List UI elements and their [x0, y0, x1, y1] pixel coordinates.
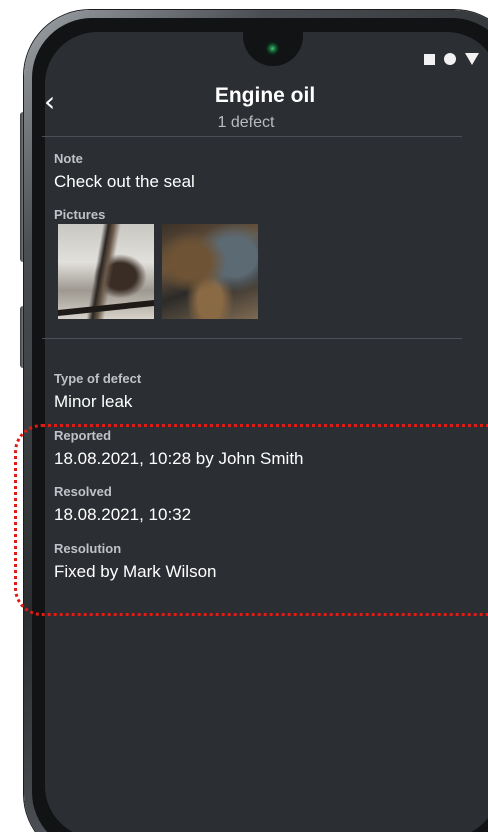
note-value: Check out the seal: [54, 172, 195, 191]
status-bar: [424, 53, 479, 65]
circle-icon: [444, 53, 456, 65]
phone-frame: [24, 10, 488, 832]
pictures-label: Pictures: [54, 207, 106, 222]
reported-value: 18.08.2021, 10:28 by John Smith: [54, 449, 304, 468]
header-divider: [42, 136, 462, 137]
page-title: Engine oil: [214, 84, 316, 107]
defect-type-value: Minor leak: [54, 392, 133, 411]
picture-thumbnail[interactable]: [58, 224, 154, 319]
picture-thumbnail[interactable]: [162, 224, 258, 319]
back-button[interactable]: ‹: [44, 88, 70, 118]
phone-bezel: [32, 18, 488, 832]
reported-label: Reported: [54, 428, 112, 443]
camera-notch: [243, 32, 303, 66]
app-screen: [45, 32, 488, 832]
resolved-label: Resolved: [54, 484, 112, 499]
resolution-label: Resolution: [54, 541, 122, 556]
square-icon: [424, 53, 435, 65]
chevron-left-icon: ‹: [44, 85, 56, 118]
front-camera-icon: [265, 41, 280, 56]
resolution-value: Fixed by Mark Wilson: [54, 562, 217, 581]
defect-type-label: Type of defect: [54, 371, 142, 386]
phone-mockup: ‹ Engine oil 1 defect Note Check out the…: [0, 0, 488, 832]
resolved-value: 18.08.2021, 10:32: [54, 505, 192, 524]
triangle-icon: [465, 53, 479, 65]
note-label: Note: [54, 151, 83, 166]
page-subtitle: 1 defect: [217, 114, 275, 131]
section-divider: [42, 338, 462, 339]
